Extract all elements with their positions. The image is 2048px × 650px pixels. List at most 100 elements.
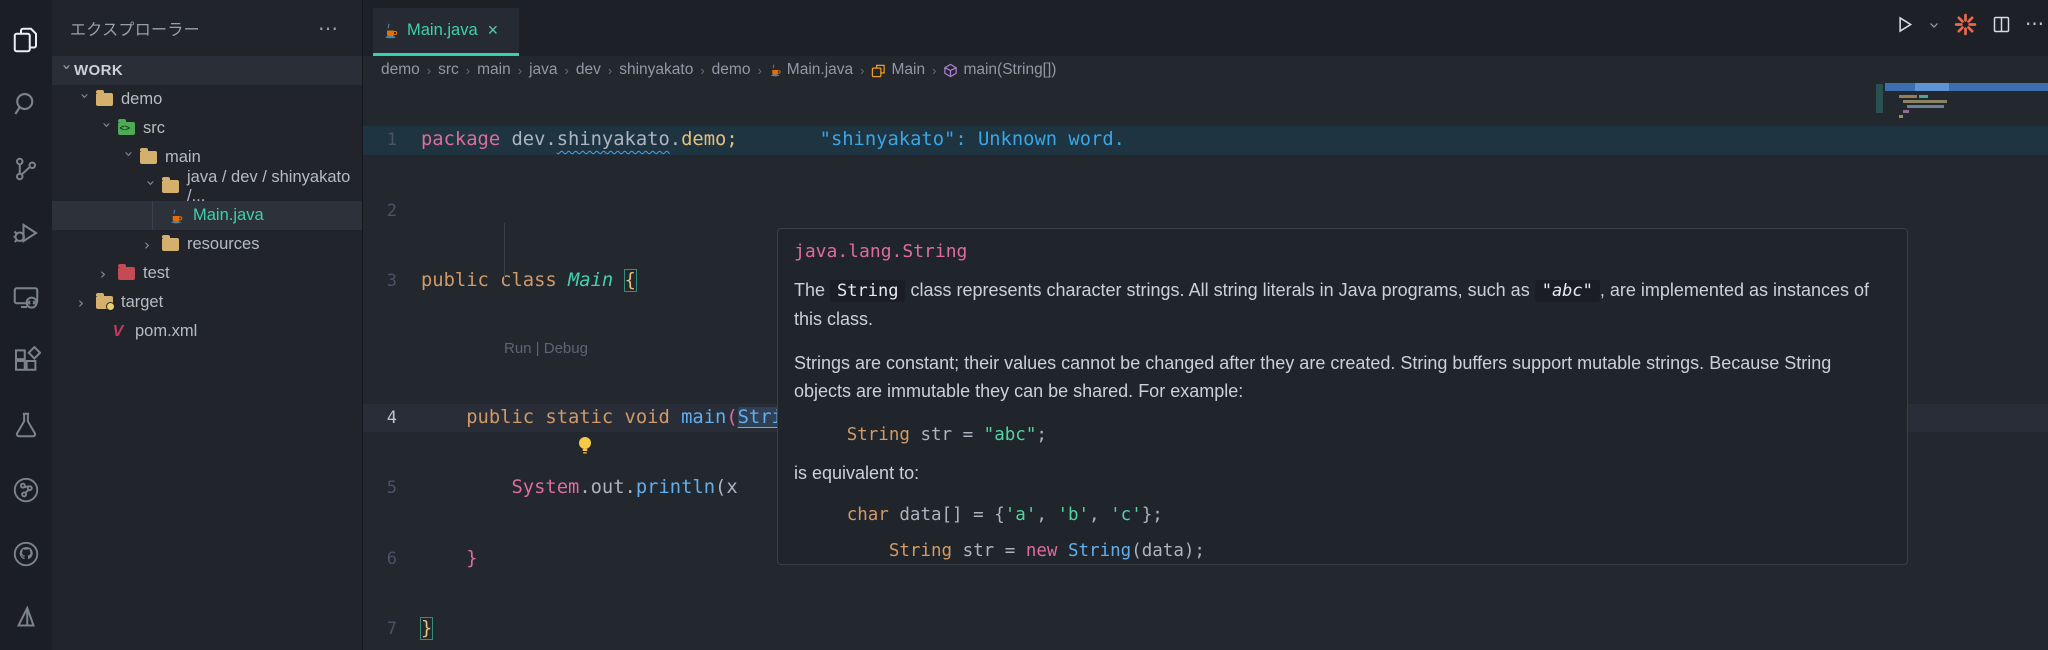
- token: }: [466, 547, 478, 569]
- src-folder-icon: <>: [116, 119, 136, 137]
- hover-code-block-2-line-1: char data[] = {'a', 'b', 'c'};: [794, 501, 1893, 529]
- activity-bar: [0, 0, 52, 650]
- tree-item-src[interactable]: › <> src: [52, 114, 362, 143]
- tab-main-java[interactable]: Main.java ×: [373, 8, 519, 56]
- chevron-right-icon: ›: [144, 235, 150, 254]
- hover-paragraph-2: Strings are constant; their values canno…: [794, 353, 1832, 401]
- tree-item-main-java[interactable]: Main.java: [52, 201, 362, 230]
- github-icon[interactable]: [0, 522, 52, 586]
- explorer-icon[interactable]: [0, 8, 52, 72]
- token: str =: [952, 541, 1026, 561]
- token: System: [511, 477, 580, 498]
- hover-code-block-1: String str = "abc";: [794, 421, 1893, 449]
- run-dropdown-chevron-icon[interactable]: [1928, 19, 1940, 31]
- token: ,: [1089, 505, 1111, 525]
- chevron-down-icon: ›: [120, 150, 138, 157]
- token: .: [669, 129, 682, 150]
- token: "abc": [983, 425, 1037, 445]
- code-line-2[interactable]: 2: [363, 197, 2048, 226]
- token: String: [830, 280, 906, 302]
- breadcrumb-src[interactable]: src: [438, 61, 459, 79]
- breadcrumb-method[interactable]: main(String[]): [943, 61, 1056, 79]
- symbol-class-icon: [871, 63, 886, 78]
- test-folder-icon: [116, 264, 136, 282]
- token: .: [579, 477, 591, 498]
- token: main: [681, 406, 727, 428]
- java-file-icon: [383, 22, 399, 39]
- token: println: [635, 477, 716, 498]
- search-icon[interactable]: [0, 72, 52, 136]
- minimap-line: [1899, 95, 1917, 98]
- breadcrumb-class[interactable]: Main: [871, 61, 925, 79]
- run-button[interactable]: [1894, 14, 1915, 35]
- overview-ruler-mark: [1876, 84, 1883, 113]
- token: The: [794, 280, 831, 300]
- breadcrumb-main[interactable]: main: [477, 61, 511, 79]
- breadcrumb-demo[interactable]: demo: [381, 61, 420, 79]
- extensions-icon[interactable]: [0, 329, 52, 393]
- tree-item-target[interactable]: › target: [52, 288, 362, 317]
- token: .: [624, 477, 636, 498]
- testing-flask-icon[interactable]: [0, 393, 52, 457]
- token: package: [421, 129, 501, 150]
- workspace-section-work[interactable]: › WORK: [52, 56, 362, 85]
- tree-item-resources[interactable]: › resources: [52, 230, 362, 259]
- chevron-right-icon: ›: [78, 293, 84, 312]
- java-projects-icon[interactable]: [0, 586, 52, 650]
- token: 'b': [1057, 505, 1090, 525]
- folder-icon: [160, 235, 180, 253]
- tab-label: Main.java: [407, 21, 478, 39]
- tree-item-demo[interactable]: › demo: [52, 85, 362, 114]
- token: ,: [1036, 505, 1058, 525]
- code-line-7[interactable]: 7 }: [363, 615, 2048, 644]
- token: }: [419, 617, 434, 640]
- workspace-label: WORK: [74, 62, 124, 79]
- vscode-window: エクスプローラー ⋯ › WORK › demo › <> src › main…: [0, 0, 2048, 650]
- source-control-icon[interactable]: [0, 136, 52, 200]
- tree-item-java-compact[interactable]: › java / dev / shinyakato /...: [52, 168, 362, 205]
- breadcrumb-demo-pkg[interactable]: demo: [712, 61, 751, 79]
- token: out: [590, 477, 625, 498]
- minimap-line: [1919, 95, 1928, 98]
- breadcrumb-file[interactable]: Main.java: [769, 61, 853, 79]
- token: char: [846, 505, 889, 525]
- hover-tooltip: java.lang.String The String class repres…: [777, 228, 1908, 565]
- starburst-extension-icon[interactable]: [1953, 12, 1978, 37]
- run-debug-icon[interactable]: [0, 201, 52, 265]
- more-actions-icon[interactable]: ⋯: [2025, 13, 2045, 36]
- tab-close-icon[interactable]: ×: [488, 20, 499, 41]
- token: (data);: [1131, 541, 1205, 561]
- editor-actions: ⋯: [1894, 12, 2045, 37]
- token: 'c': [1110, 505, 1142, 525]
- explorer-more-icon[interactable]: ⋯: [318, 16, 340, 41]
- breadcrumb-java[interactable]: java: [529, 61, 557, 79]
- hover-code-block-2-line-2: String str = new String(data);: [794, 537, 1893, 564]
- chevron-down-icon: ›: [58, 63, 76, 71]
- remote-explorer-icon[interactable]: [0, 265, 52, 329]
- lightbulb-icon[interactable]: [463, 407, 592, 454]
- indent-guide: [152, 201, 153, 230]
- token: {: [623, 269, 637, 292]
- token: public class: [421, 270, 568, 291]
- tab-bar: Main.java × ⋯: [363, 0, 2048, 56]
- breadcrumb-shinyakato[interactable]: shinyakato: [619, 61, 693, 79]
- code-line-1[interactable]: 1 package dev.shinyakato.demo; "shinyakat…: [363, 126, 2048, 155]
- folder-icon: [94, 90, 114, 108]
- token: String: [888, 541, 953, 561]
- indent-guide: [504, 223, 505, 280]
- hover-signature: java.lang.String: [794, 241, 968, 262]
- chevron-right-icon: ›: [100, 264, 106, 283]
- split-editor-icon[interactable]: [1991, 14, 2012, 35]
- token: String: [1067, 541, 1132, 561]
- tree-item-test[interactable]: › test: [52, 259, 362, 288]
- minimap[interactable]: [1885, 62, 2048, 157]
- token: "shinyakato": Unknown word.: [819, 129, 1125, 150]
- tree-item-pom-xml[interactable]: V pom.xml: [52, 317, 362, 346]
- token: new: [1025, 541, 1058, 561]
- breadcrumb-dev[interactable]: dev: [576, 61, 601, 79]
- gitlens-icon[interactable]: [0, 457, 52, 521]
